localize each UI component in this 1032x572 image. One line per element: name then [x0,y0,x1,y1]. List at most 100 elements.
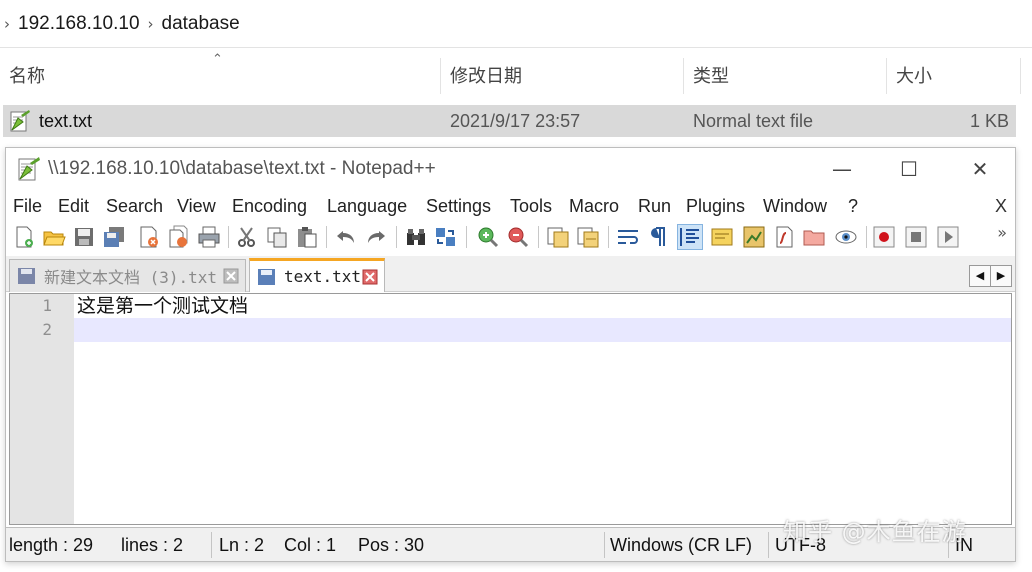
status-ln: Ln : 2 [219,535,265,555]
menu-view[interactable]: View [177,192,216,220]
indent-guide-icon[interactable] [677,224,703,250]
replace-icon[interactable] [434,225,458,249]
file-size: 1 KB [969,111,1009,131]
menu-run[interactable]: Run [638,192,671,220]
status-pos: Pos : 30 [358,535,425,555]
status-divider [604,532,605,558]
tab-scroll-right-button[interactable]: ▶ [991,266,1011,286]
menu-settings[interactable]: Settings [426,192,491,220]
document-map-icon[interactable] [742,225,766,249]
notepadpp-window: \\192.168.10.10\database\text.txt - Note… [5,147,1016,562]
toolbar-separator [608,226,609,248]
close-file-icon[interactable] [137,225,161,249]
toolbar-overflow-icon[interactable]: » [997,223,1007,242]
watermark: 知乎 @木鱼在游 [783,518,967,546]
chevron-right-icon[interactable]: › [148,15,154,33]
column-header-modified[interactable]: 修改日期 [441,54,683,98]
minimize-button[interactable]: — [813,148,871,190]
saved-file-icon [18,268,35,284]
save-icon[interactable] [72,225,96,249]
new-file-icon[interactable] [12,225,36,249]
menu-search[interactable]: Search [106,192,163,220]
title-bar[interactable]: \\192.168.10.10\database\text.txt - Note… [6,148,1015,190]
close-all-icon[interactable] [167,225,191,249]
breadcrumb-folder[interactable]: database [162,13,240,35]
menu-window[interactable]: Window [763,192,827,220]
breadcrumb-host[interactable]: 192.168.10.10 [18,13,140,35]
sync-horizontal-icon[interactable] [576,225,600,249]
record-macro-icon[interactable] [872,225,896,249]
menu-tools[interactable]: Tools [510,192,552,220]
menu-plugins[interactable]: Plugins [686,192,745,220]
tab-scroll-buttons: ◀ ▶ [969,265,1012,287]
menu-macro[interactable]: Macro [569,192,619,220]
close-button[interactable]: ✕ [951,148,1009,190]
column-header-row: ⌃ 名称 修改日期 类型 大小 [0,52,1032,98]
toolbar-separator [326,226,327,248]
tab-bar: 新建文本文档 (3).txt text.txt ◀ ▶ [6,256,1015,292]
monitoring-icon[interactable] [834,225,858,249]
function-list-icon[interactable] [772,225,796,249]
show-all-characters-icon[interactable] [646,225,670,249]
file-type: Normal text file [693,111,814,131]
print-icon[interactable] [197,225,221,249]
column-header-size[interactable]: 大小 [887,54,1017,98]
chevron-right-icon[interactable]: › [4,15,10,33]
file-row[interactable]: text.txt 2021/9/17 23:57 Normal text fil… [3,105,1016,137]
menu-help[interactable]: ? [848,192,858,220]
tab-scroll-left-button[interactable]: ◀ [970,266,991,286]
status-length: length : 29 [9,535,94,555]
notepadpp-app-icon [18,157,40,181]
menu-file[interactable]: File [13,192,42,220]
zoom-out-icon[interactable] [506,225,530,249]
word-wrap-icon[interactable] [616,225,640,249]
status-lines: lines : 2 [121,535,184,555]
undo-icon[interactable] [334,225,358,249]
open-file-icon[interactable] [42,225,66,249]
line-number: 2 [42,320,52,339]
saved-file-icon [258,268,275,285]
column-header-type[interactable]: 类型 [684,54,886,98]
file-name[interactable]: text.txt [39,105,92,137]
tab-label: text.txt [284,267,362,286]
tab-close-icon[interactable] [223,268,239,284]
zoom-in-icon[interactable] [476,225,500,249]
save-all-icon[interactable] [102,225,126,249]
maximize-button[interactable]: ☐ [880,148,938,190]
toolbar-separator [866,226,867,248]
playback-macro-icon[interactable] [936,225,960,249]
paste-icon[interactable] [295,225,319,249]
stop-recording-icon[interactable] [904,225,928,249]
editor-area[interactable]: 1 2 这是第一个测试文档 [9,293,1012,525]
address-bar[interactable]: › 192.168.10.10 › database [0,0,1032,48]
tab-text-txt[interactable]: text.txt [249,258,385,292]
column-divider[interactable] [1020,58,1021,94]
tab-new-text-document-3[interactable]: 新建文本文档 (3).txt [9,259,246,292]
menu-encoding[interactable]: Encoding [232,192,307,220]
udl-icon[interactable] [710,225,734,249]
find-icon[interactable] [404,225,428,249]
close-document-button[interactable]: X [995,192,1007,220]
cut-icon[interactable] [235,225,259,249]
menu-bar: File Edit Search View Encoding Language … [6,192,1015,220]
menu-language[interactable]: Language [327,192,407,220]
toolbar-separator [538,226,539,248]
file-modified: 2021/9/17 23:57 [450,111,581,131]
column-header-name[interactable]: 名称 [0,54,440,98]
tab-label: 新建文本文档 (3).txt [44,268,218,287]
line-number: 1 [42,296,52,315]
folder-as-workspace-icon[interactable] [802,225,826,249]
status-eol[interactable]: Windows (CR LF) [610,528,752,562]
sync-vertical-icon[interactable] [546,225,570,249]
toolbar-separator [396,226,397,248]
tab-close-icon[interactable] [362,269,378,285]
code-line[interactable]: 这是第一个测试文档 [77,294,248,318]
status-col: Col : 1 [284,535,337,555]
redo-icon[interactable] [364,225,388,249]
menu-edit[interactable]: Edit [58,192,89,220]
current-line-highlight [74,318,1011,342]
toolbar: » [6,221,1015,253]
window-title: \\192.168.10.10\database\text.txt - Note… [48,158,436,179]
copy-icon[interactable] [265,225,289,249]
status-divider [768,532,769,558]
